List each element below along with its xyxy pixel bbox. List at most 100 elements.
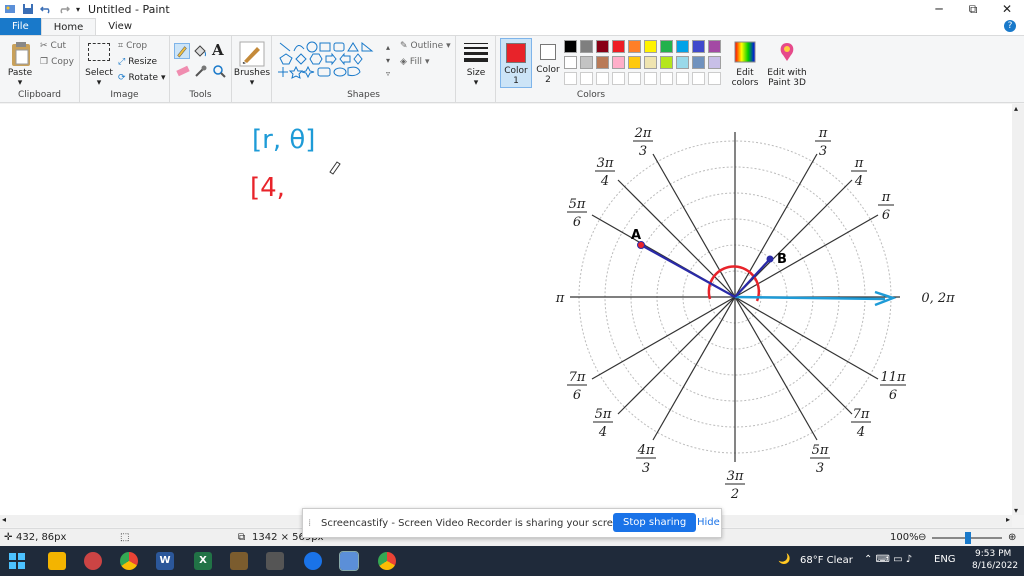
palette-swatch[interactable] — [692, 40, 705, 53]
custom-color-slot[interactable] — [644, 72, 657, 85]
paint3d-label-2[interactable]: Paint 3D — [764, 78, 810, 88]
brushes-label[interactable]: Brushes — [232, 68, 272, 78]
crop-button[interactable]: ⌗ Crop — [118, 41, 147, 51]
palette-swatch[interactable] — [676, 56, 689, 69]
zoom-slider-thumb[interactable] — [965, 532, 971, 544]
paste-label[interactable]: Paste — [6, 68, 34, 78]
tray-icons[interactable]: ⌃ ⌨ ▭ ♪ — [864, 554, 912, 565]
paint3d-label[interactable]: Edit with — [764, 68, 810, 78]
tab-view[interactable]: View — [96, 18, 144, 35]
minimize-button[interactable]: ─ — [922, 0, 956, 18]
select-label[interactable]: Select — [84, 68, 114, 78]
stop-sharing-button[interactable]: Stop sharing — [613, 513, 697, 532]
clock-date[interactable]: 8/16/2022 — [972, 561, 1018, 571]
fill-bucket-icon[interactable] — [193, 44, 207, 58]
palette-swatch[interactable] — [660, 56, 673, 69]
custom-color-slot[interactable] — [612, 72, 625, 85]
outline-button[interactable]: ✎ Outline ▾ — [400, 41, 451, 51]
zoom-in-icon[interactable]: ⊕ — [1008, 532, 1016, 543]
drag-handle-icon[interactable]: ⁞ — [308, 518, 311, 529]
custom-color-slot[interactable] — [708, 72, 721, 85]
palette-swatch[interactable] — [644, 40, 657, 53]
excel-icon[interactable]: X — [194, 552, 212, 570]
palette-swatch[interactable] — [708, 40, 721, 53]
redo-icon[interactable] — [58, 3, 70, 15]
palette-swatch[interactable] — [580, 40, 593, 53]
chrome-icon[interactable] — [120, 552, 138, 570]
palette-swatch[interactable] — [596, 40, 609, 53]
save-icon[interactable] — [22, 3, 34, 15]
paste-icon[interactable] — [10, 41, 32, 67]
chrome-icon-2[interactable] — [378, 552, 396, 570]
notepad-icon[interactable] — [230, 552, 248, 570]
tab-home[interactable]: Home — [40, 18, 97, 35]
magnifier-icon[interactable] — [212, 64, 226, 78]
size-label[interactable]: Size — [456, 68, 496, 78]
palette-swatch[interactable] — [660, 40, 673, 53]
line-size-icon[interactable] — [464, 42, 488, 62]
brushes-dropdown-icon[interactable]: ▾ — [246, 78, 258, 88]
color1-button[interactable]: Color 1 — [500, 38, 532, 88]
palette-swatch[interactable] — [564, 40, 577, 53]
copy-button[interactable]: ❐ Copy — [40, 57, 74, 67]
custom-color-slot[interactable] — [692, 72, 705, 85]
scroll-up-icon[interactable]: ▴ — [1014, 104, 1018, 113]
tab-file[interactable]: File — [0, 18, 41, 35]
windows-start-icon[interactable] — [8, 552, 26, 570]
palette-swatch[interactable] — [580, 56, 593, 69]
custom-color-slot[interactable] — [580, 72, 593, 85]
select-dropdown-icon[interactable]: ▾ — [94, 78, 104, 88]
close-button[interactable]: ✕ — [990, 0, 1024, 18]
paint-taskbar-icon[interactable] — [339, 551, 359, 571]
custom-color-slot[interactable] — [596, 72, 609, 85]
custom-color-slot[interactable] — [628, 72, 641, 85]
palette-swatch[interactable] — [708, 56, 721, 69]
shapes-scroll-icon[interactable]: ▴ ▾ ▿ — [386, 41, 390, 80]
paint3d-icon[interactable] — [776, 41, 798, 63]
palette-swatch[interactable] — [628, 40, 641, 53]
size-dropdown-icon[interactable]: ▾ — [470, 78, 482, 88]
palette-swatch[interactable] — [676, 40, 689, 53]
weather-icon[interactable]: 🌙 — [778, 554, 790, 565]
language-icon[interactable]: ENG — [934, 554, 956, 565]
edit-colors-icon[interactable] — [734, 41, 756, 63]
brush-icon[interactable] — [239, 41, 265, 67]
help-icon[interactable]: ? — [1004, 20, 1016, 32]
palette-swatch[interactable] — [596, 56, 609, 69]
file-explorer-icon[interactable] — [48, 552, 66, 570]
select-icon[interactable] — [88, 43, 110, 61]
color2-button[interactable]: Color 2 — [534, 38, 562, 88]
custom-color-slot[interactable] — [660, 72, 673, 85]
maximize-button[interactable]: ⧉ — [956, 0, 990, 18]
drawing-canvas[interactable]: [r, θ] [4, A B 0, 2π π π 6 π 4 π 3 2π 3 … — [0, 104, 1012, 515]
clock-time[interactable]: 9:53 PM — [975, 549, 1011, 559]
edit-colors-label[interactable]: Edit — [728, 68, 762, 78]
palette-swatch[interactable] — [628, 56, 641, 69]
text-tool-icon[interactable]: A — [212, 41, 224, 59]
pencil-tool[interactable] — [174, 43, 190, 59]
palette-swatch[interactable] — [644, 56, 657, 69]
shapes-gallery[interactable] — [278, 41, 388, 85]
scroll-down-icon[interactable]: ▾ — [1014, 506, 1018, 515]
customize-quick-access-icon[interactable]: ▾ — [76, 5, 80, 14]
vertical-scrollbar[interactable]: ▴ ▾ — [1012, 104, 1024, 515]
word-icon[interactable]: W — [156, 552, 174, 570]
resize-button[interactable]: ⤢ Resize — [118, 57, 157, 67]
palette-swatch[interactable] — [612, 56, 625, 69]
app-icon[interactable] — [84, 552, 102, 570]
hide-button[interactable]: Hide — [697, 517, 720, 528]
zoom-slider[interactable] — [932, 532, 1002, 544]
webex-icon[interactable] — [304, 552, 322, 570]
fill-button[interactable]: ◈ Fill ▾ — [400, 57, 429, 67]
color-picker-icon[interactable] — [194, 64, 208, 78]
rotate-button[interactable]: ⟳ Rotate ▾ — [118, 73, 166, 83]
pen-app-icon[interactable] — [266, 552, 284, 570]
scroll-right-icon[interactable]: ▸ — [1006, 515, 1010, 524]
palette-swatch[interactable] — [692, 56, 705, 69]
scroll-left-icon[interactable]: ◂ — [2, 515, 6, 524]
weather-text[interactable]: 68°F Clear — [800, 555, 853, 566]
paste-dropdown-icon[interactable]: ▾ — [14, 78, 26, 88]
cut-button[interactable]: ✂ Cut — [40, 41, 66, 51]
palette-swatch[interactable] — [612, 40, 625, 53]
custom-color-slot[interactable] — [564, 72, 577, 85]
